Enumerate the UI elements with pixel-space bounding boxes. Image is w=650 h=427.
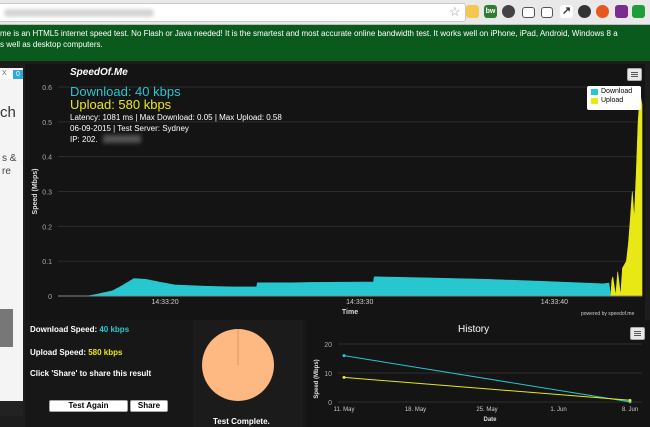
blurred-url — [4, 9, 154, 17]
history-x-tick-label: 8. Jun — [622, 407, 638, 413]
speed-chart: 0 0.1 0.2 0.3 0.4 0.5 0.6 14:33:20 14:33:30 14:33… — [25, 64, 645, 320]
legend-download-label: Download — [601, 88, 633, 95]
pie-svg — [202, 329, 274, 401]
extension-circle-icon[interactable] — [578, 5, 591, 18]
date-server-info: 06-09-2015 | Test Server: Sydney — [70, 124, 189, 133]
history-line-download — [343, 355, 631, 403]
browser-toolbar: ☆ bw ↗ — [0, 0, 650, 25]
area-upload — [610, 93, 643, 297]
extension-green-icon[interactable] — [632, 5, 645, 18]
y-tick-label: 0.2 — [42, 224, 52, 231]
banner-line-2: s well as desktop computers. — [0, 40, 103, 49]
ad-close-icon[interactable]: X — [2, 70, 7, 77]
history-y-tick-label: 0 — [328, 400, 332, 407]
test-complete-text: Test Complete. — [213, 417, 270, 426]
ip-info: IP: 202. — [70, 135, 98, 144]
extension-window-icon[interactable] — [541, 7, 553, 18]
extension-bw-icon[interactable]: bw — [484, 5, 497, 18]
history-menu-button[interactable] — [630, 327, 645, 340]
extension-gear-icon[interactable] — [502, 5, 515, 18]
history-chart: 0 10 20 11. May 18. May 25. May 1. Jun 8. Jun Da… — [306, 320, 650, 427]
y-tick-label: 0.3 — [42, 190, 52, 197]
ad-text-2: re — [2, 166, 11, 177]
legend-upload-swatch — [591, 98, 598, 104]
history-x-tick-label: 11. May — [334, 407, 355, 413]
history-point-download — [342, 354, 346, 358]
history-x-tick-label: 25. May — [476, 407, 497, 413]
y-tick-label: 0.4 — [42, 155, 52, 162]
upload-speed-value: 580 kbps — [88, 348, 123, 357]
bookmark-star-icon[interactable]: ☆ — [449, 4, 461, 20]
powered-by: powered by speedof.me — [581, 311, 635, 317]
download-speed-line: Download Speed: 40 kbps — [30, 325, 129, 334]
extension-lightbulb-icon[interactable] — [466, 5, 479, 18]
legend-download-swatch — [591, 89, 598, 95]
test-again-button[interactable]: Test Again — [49, 400, 128, 412]
extension-pin-icon[interactable]: ↗ — [560, 5, 573, 18]
y-tick-label: 0.6 — [42, 85, 52, 92]
extension-cast-icon[interactable] — [522, 7, 535, 18]
legend-upload-label: Upload — [601, 97, 624, 104]
extension-purple-icon[interactable] — [615, 5, 628, 18]
upload-result: Upload: 580 kbps — [70, 97, 172, 112]
banner-line-1: me is an HTML5 internet speed test. No F… — [0, 29, 618, 38]
history-y-axis-label: Speed (Mbps) — [314, 359, 320, 398]
ip-blurred — [103, 135, 141, 143]
download-speed-label: Download Speed: — [30, 325, 100, 334]
history-y-tick-label: 10 — [324, 371, 332, 378]
ad-headline: ch — [0, 104, 16, 121]
chart-menu-button[interactable] — [627, 68, 642, 81]
share-hint: Click 'Share' to share this result — [30, 369, 152, 378]
history-x-tick-label: 18. May — [405, 407, 426, 413]
history-chart-svg: 0 10 20 11. May 18. May 25. May 1. Jun 8. Jun Da… — [314, 342, 642, 423]
history-point-upload — [628, 398, 632, 402]
download-speed-value: 40 kbps — [99, 325, 130, 334]
x-axis-label: Time — [342, 309, 358, 316]
ad-image — [0, 309, 13, 347]
address-bar[interactable] — [0, 3, 466, 22]
upload-speed-label: Upload Speed: — [30, 348, 89, 357]
y-tick-label: 0 — [48, 294, 52, 301]
history-y-tick-label: 20 — [324, 342, 332, 349]
history-point-upload — [342, 375, 346, 379]
x-tick-label: 14:33:30 — [346, 299, 373, 306]
ad-text-1: s & — [2, 153, 17, 164]
progress-pie-panel: Test Complete. — [193, 320, 303, 427]
y-axis-label: Speed (Mbps) — [32, 169, 39, 215]
upload-speed-line: Upload Speed: 580 kbps — [30, 348, 122, 357]
share-button[interactable]: Share — [130, 400, 168, 412]
legend: Download Upload — [587, 86, 641, 110]
intro-banner: me is an HTML5 internet speed test. No F… — [0, 25, 650, 61]
latency-info: Latency: 1081 ms | Max Download: 0.05 | … — [70, 113, 282, 122]
history-line-upload — [343, 376, 631, 401]
ad-info-badge[interactable]: 0 — [13, 70, 23, 79]
area-download — [87, 276, 612, 297]
extension-orange-icon[interactable] — [596, 5, 609, 18]
ad-panel[interactable]: X 0 ch s & re — [0, 68, 23, 416]
x-tick-label: 14:33:20 — [151, 299, 178, 306]
ad-footer — [0, 401, 23, 416]
history-x-axis-label: Date — [483, 417, 497, 423]
y-tick-label: 0.1 — [42, 259, 52, 266]
history-title: History — [458, 324, 490, 335]
x-tick-label: 14:33:40 — [541, 299, 568, 306]
history-x-tick-label: 1. Jun — [550, 407, 566, 413]
brand-title: SpeedOf.Me — [70, 67, 128, 78]
y-tick-label: 0.5 — [42, 120, 52, 127]
